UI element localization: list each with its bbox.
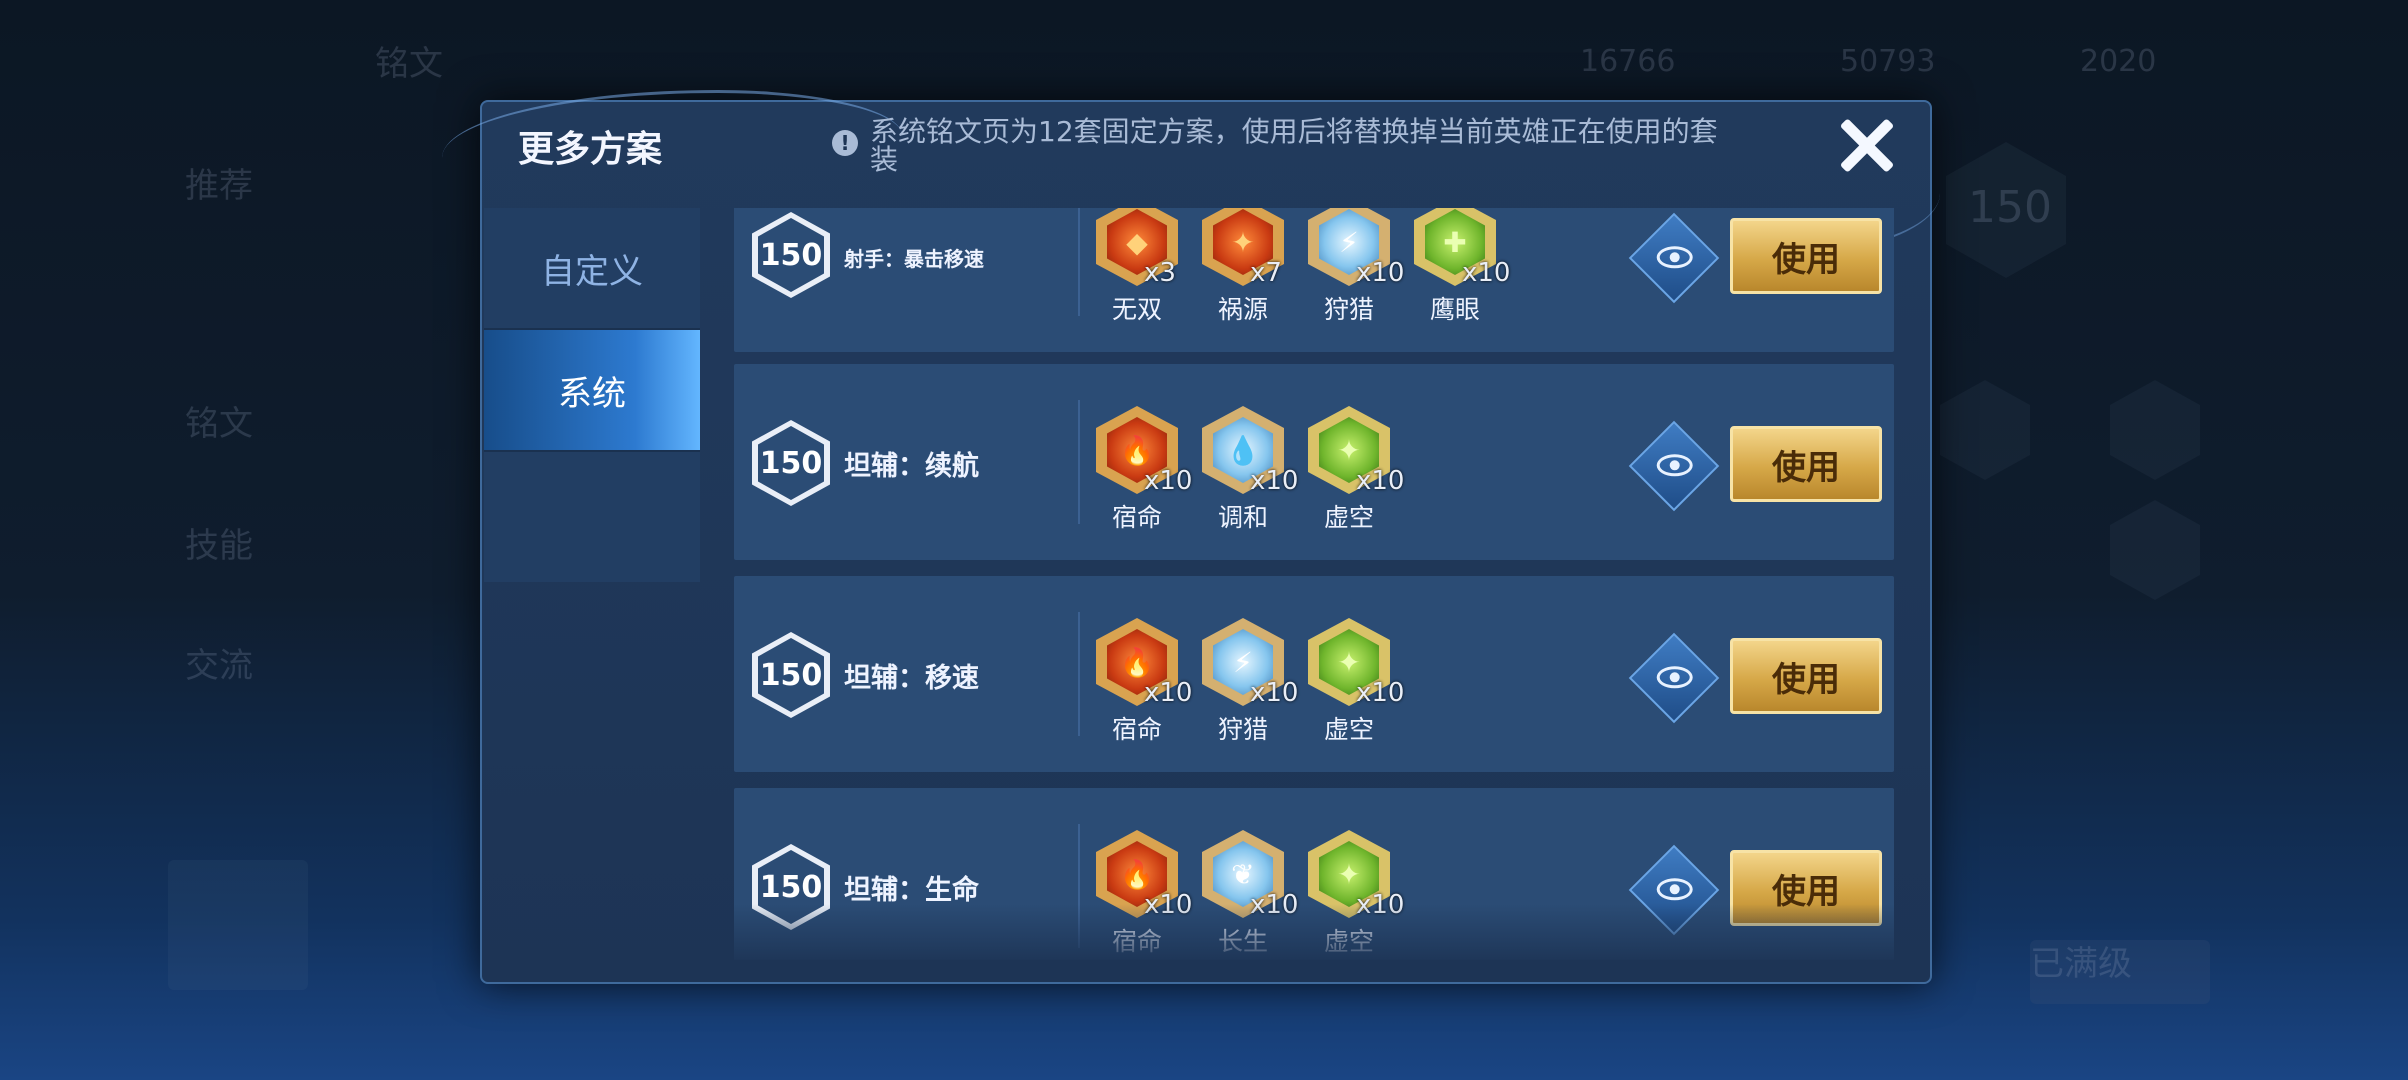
rune-name: 狩猎 — [1323, 295, 1374, 324]
notice-text: 系统铭文页为12套固定方案，使用后将替换掉当前英雄正在使用的套装 — [870, 115, 1718, 176]
bg-currency-1: 16766 — [1580, 44, 1676, 79]
bg-currency-3: 2020 — [2080, 44, 2157, 79]
rune-item: 🔥 x10 宿命 — [1096, 830, 1192, 958]
rune-name: 鹰眼 — [1429, 295, 1480, 324]
plan-name: 坦辅：生命 — [844, 875, 979, 906]
bg-rune-slot — [2110, 500, 2200, 600]
bg-menu-rune: 铭文 — [185, 404, 253, 444]
dialog-notice: ! 系统铭文页为12套固定方案，使用后将替换掉当前英雄正在使用的套装 — [832, 118, 1732, 174]
bg-currency-2: 50793 — [1840, 44, 1936, 79]
use-button[interactable]: 使用 — [1730, 850, 1882, 926]
rune-count: x10 — [1144, 890, 1193, 920]
plan-list[interactable]: 150 射手：暴击移速 ◆ x3 无双 ✦ x7 祸源 ⚡ x10 狩猎 ✚ x… — [734, 208, 1894, 960]
more-plans-dialog: 更多方案 ! 系统铭文页为12套固定方案，使用后将替换掉当前英雄正在使用的套装 … — [442, 90, 1940, 984]
level-badge: 150 — [752, 844, 830, 930]
use-button[interactable]: 使用 — [1730, 638, 1882, 714]
plan-tabs: 自定义 系统 — [484, 208, 700, 582]
rune-item: ✦ x10 虚空 — [1308, 830, 1404, 958]
rune-count: x10 — [1356, 258, 1405, 288]
plan-row: 150 射手：暴击移速 ◆ x3 无双 ✦ x7 祸源 ⚡ x10 狩猎 ✚ x… — [734, 208, 1894, 352]
plan-name: 坦辅：续航 — [844, 451, 979, 482]
preview-button[interactable] — [1628, 632, 1720, 724]
rune-set: 🔥 x10 宿命 ❦ x10 长生 ✦ x10 虚空 — [1096, 830, 1404, 958]
eye-icon — [1656, 666, 1693, 689]
rune-count: x10 — [1356, 890, 1405, 920]
plan-name: 射手：暴击移速 — [844, 247, 984, 271]
rune-count: x10 — [1462, 258, 1511, 288]
rune-item: ❦ x10 长生 — [1202, 830, 1298, 958]
rune-item: ✦ x7 祸源 — [1202, 208, 1284, 326]
bg-rune-slot — [2110, 380, 2200, 480]
close-button[interactable] — [1834, 112, 1900, 178]
rune-count: x3 — [1144, 258, 1176, 288]
rune-item: ✚ x10 鹰眼 — [1414, 208, 1510, 326]
rune-name: 宿命 — [1111, 927, 1162, 956]
rune-name: 无双 — [1111, 295, 1162, 324]
eye-icon — [1656, 246, 1693, 269]
rune-count: x10 — [1250, 466, 1299, 496]
use-button[interactable]: 使用 — [1730, 426, 1882, 502]
rune-name: 调和 — [1217, 503, 1268, 532]
bg-menu-recommend: 推荐 — [185, 166, 253, 206]
rune-name: 宿命 — [1111, 715, 1162, 744]
rune-name: 狩猎 — [1217, 715, 1268, 744]
rune-count: x7 — [1250, 258, 1282, 288]
use-button[interactable]: 使用 — [1730, 218, 1882, 294]
rune-count: x10 — [1356, 466, 1405, 496]
preview-button[interactable] — [1628, 844, 1720, 936]
level-badge: 150 — [752, 212, 830, 298]
info-icon: ! — [832, 130, 858, 156]
row-divider — [1078, 824, 1080, 948]
rune-item: ⚡ x10 狩猎 — [1202, 618, 1298, 746]
rune-name: 长生 — [1217, 927, 1268, 956]
level-badge: 150 — [752, 420, 830, 506]
rune-name: 虚空 — [1323, 715, 1374, 744]
plan-row: 150 坦辅：移速 🔥 x10 宿命 ⚡ x10 狩猎 ✦ x10 虚空 使用 — [734, 576, 1894, 772]
row-divider — [1078, 612, 1080, 736]
rune-count: x10 — [1144, 466, 1193, 496]
preview-button[interactable] — [1628, 420, 1720, 512]
rune-item: ✦ x10 虚空 — [1308, 618, 1404, 746]
bg-menu-exchange: 交流 — [185, 646, 253, 686]
bg-level: 150 — [1968, 182, 2052, 233]
bg-avatar — [168, 860, 308, 990]
bg-title: 铭文 — [375, 44, 443, 84]
bg-rune-slot — [1940, 380, 2030, 480]
plan-name: 坦辅：移速 — [844, 663, 979, 694]
rune-name: 祸源 — [1217, 295, 1268, 324]
plan-row: 150 坦辅：生命 🔥 x10 宿命 ❦ x10 长生 ✦ x10 虚空 使用 — [734, 788, 1894, 960]
rune-count: x10 — [1356, 678, 1405, 708]
rune-set: 🔥 x10 宿命 💧 x10 调和 ✦ x10 虚空 — [1096, 406, 1404, 534]
eye-icon — [1656, 878, 1693, 901]
rune-name: 宿命 — [1111, 503, 1162, 532]
rune-item: ✦ x10 虚空 — [1308, 406, 1404, 534]
rune-count: x10 — [1250, 678, 1299, 708]
rune-count: x10 — [1250, 890, 1299, 920]
bg-maxlevel-label: 已满级 — [2030, 944, 2132, 984]
rune-name: 虚空 — [1323, 503, 1374, 532]
tab-spacer — [484, 452, 700, 582]
rune-set: 🔥 x10 宿命 ⚡ x10 狩猎 ✦ x10 虚空 — [1096, 618, 1404, 746]
tab-system[interactable]: 系统 — [484, 330, 700, 452]
row-divider — [1078, 400, 1080, 524]
rune-item: 🔥 x10 宿命 — [1096, 618, 1192, 746]
tab-custom[interactable]: 自定义 — [484, 208, 700, 330]
rune-item: ⚡ x10 狩猎 — [1308, 208, 1404, 326]
bg-menu-skill: 技能 — [185, 526, 253, 566]
rune-count: x10 — [1144, 678, 1193, 708]
level-badge: 150 — [752, 632, 830, 718]
rune-set: ◆ x3 无双 ✦ x7 祸源 ⚡ x10 狩猎 ✚ x10 鹰眼 — [1096, 208, 1510, 326]
rune-item: ◆ x3 无双 — [1096, 208, 1178, 326]
dialog-title: 更多方案 — [518, 129, 663, 170]
row-divider — [1078, 208, 1080, 316]
rune-name: 虚空 — [1323, 927, 1374, 956]
plan-row: 150 坦辅：续航 🔥 x10 宿命 💧 x10 调和 ✦ x10 虚空 使用 — [734, 364, 1894, 560]
rune-item: 💧 x10 调和 — [1202, 406, 1298, 534]
eye-icon — [1656, 454, 1693, 477]
rune-item: 🔥 x10 宿命 — [1096, 406, 1192, 534]
preview-button[interactable] — [1628, 212, 1720, 304]
